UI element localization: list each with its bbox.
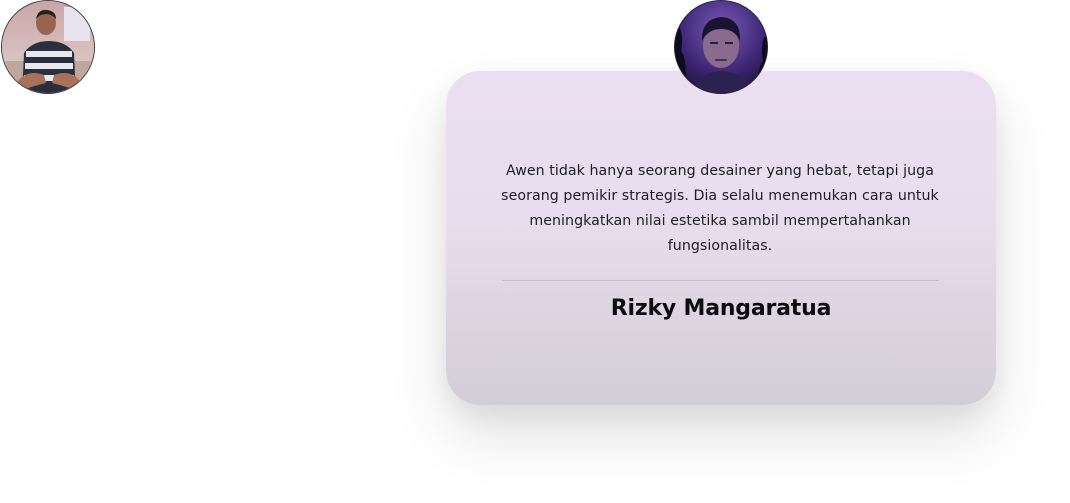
testimonial-author-avatar	[674, 0, 768, 94]
previous-testimonial-avatar[interactable]	[1, 0, 95, 94]
testimonial-carousel: Awen tidak hanya seorang desainer yang h…	[0, 0, 1070, 503]
testimonial-quote: Awen tidak hanya seorang desainer yang h…	[501, 163, 939, 254]
person-photo-icon	[2, 1, 94, 93]
testimonial-author-name: Rizky Mangaratua	[610, 296, 832, 321]
divider	[502, 280, 939, 281]
person-photo-icon	[675, 1, 767, 93]
